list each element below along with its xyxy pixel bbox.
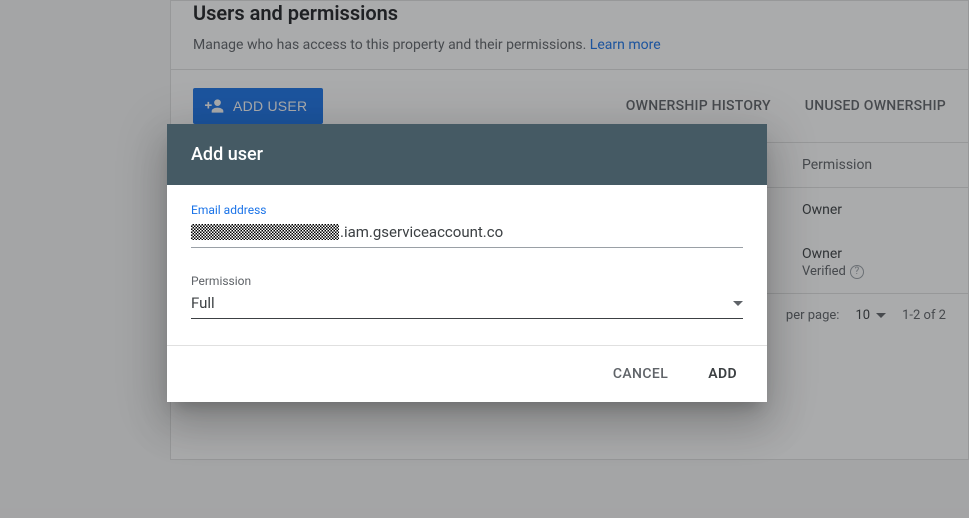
permission-field-group: Permission Full: [191, 274, 743, 319]
permission-field-label: Permission: [191, 274, 743, 288]
email-redacted-prefix: [191, 224, 339, 240]
dialog-title: Add user: [167, 124, 767, 185]
email-field-label: Email address: [191, 203, 743, 217]
chevron-down-icon: [733, 301, 743, 306]
permission-select-value: Full: [191, 294, 733, 312]
dialog-body: Email address .iam.gserviceaccount.co Pe…: [167, 185, 767, 319]
add-user-dialog: Add user Email address .iam.gserviceacco…: [167, 124, 767, 402]
email-field-group: Email address .iam.gserviceaccount.co: [191, 203, 743, 248]
dialog-actions: CANCEL ADD: [167, 345, 767, 402]
permission-select[interactable]: Full: [191, 288, 743, 319]
email-visible-suffix: .iam.gserviceaccount.co: [340, 223, 503, 241]
email-field[interactable]: .iam.gserviceaccount.co: [191, 217, 743, 248]
cancel-button[interactable]: CANCEL: [603, 358, 678, 390]
add-button[interactable]: ADD: [698, 358, 747, 390]
